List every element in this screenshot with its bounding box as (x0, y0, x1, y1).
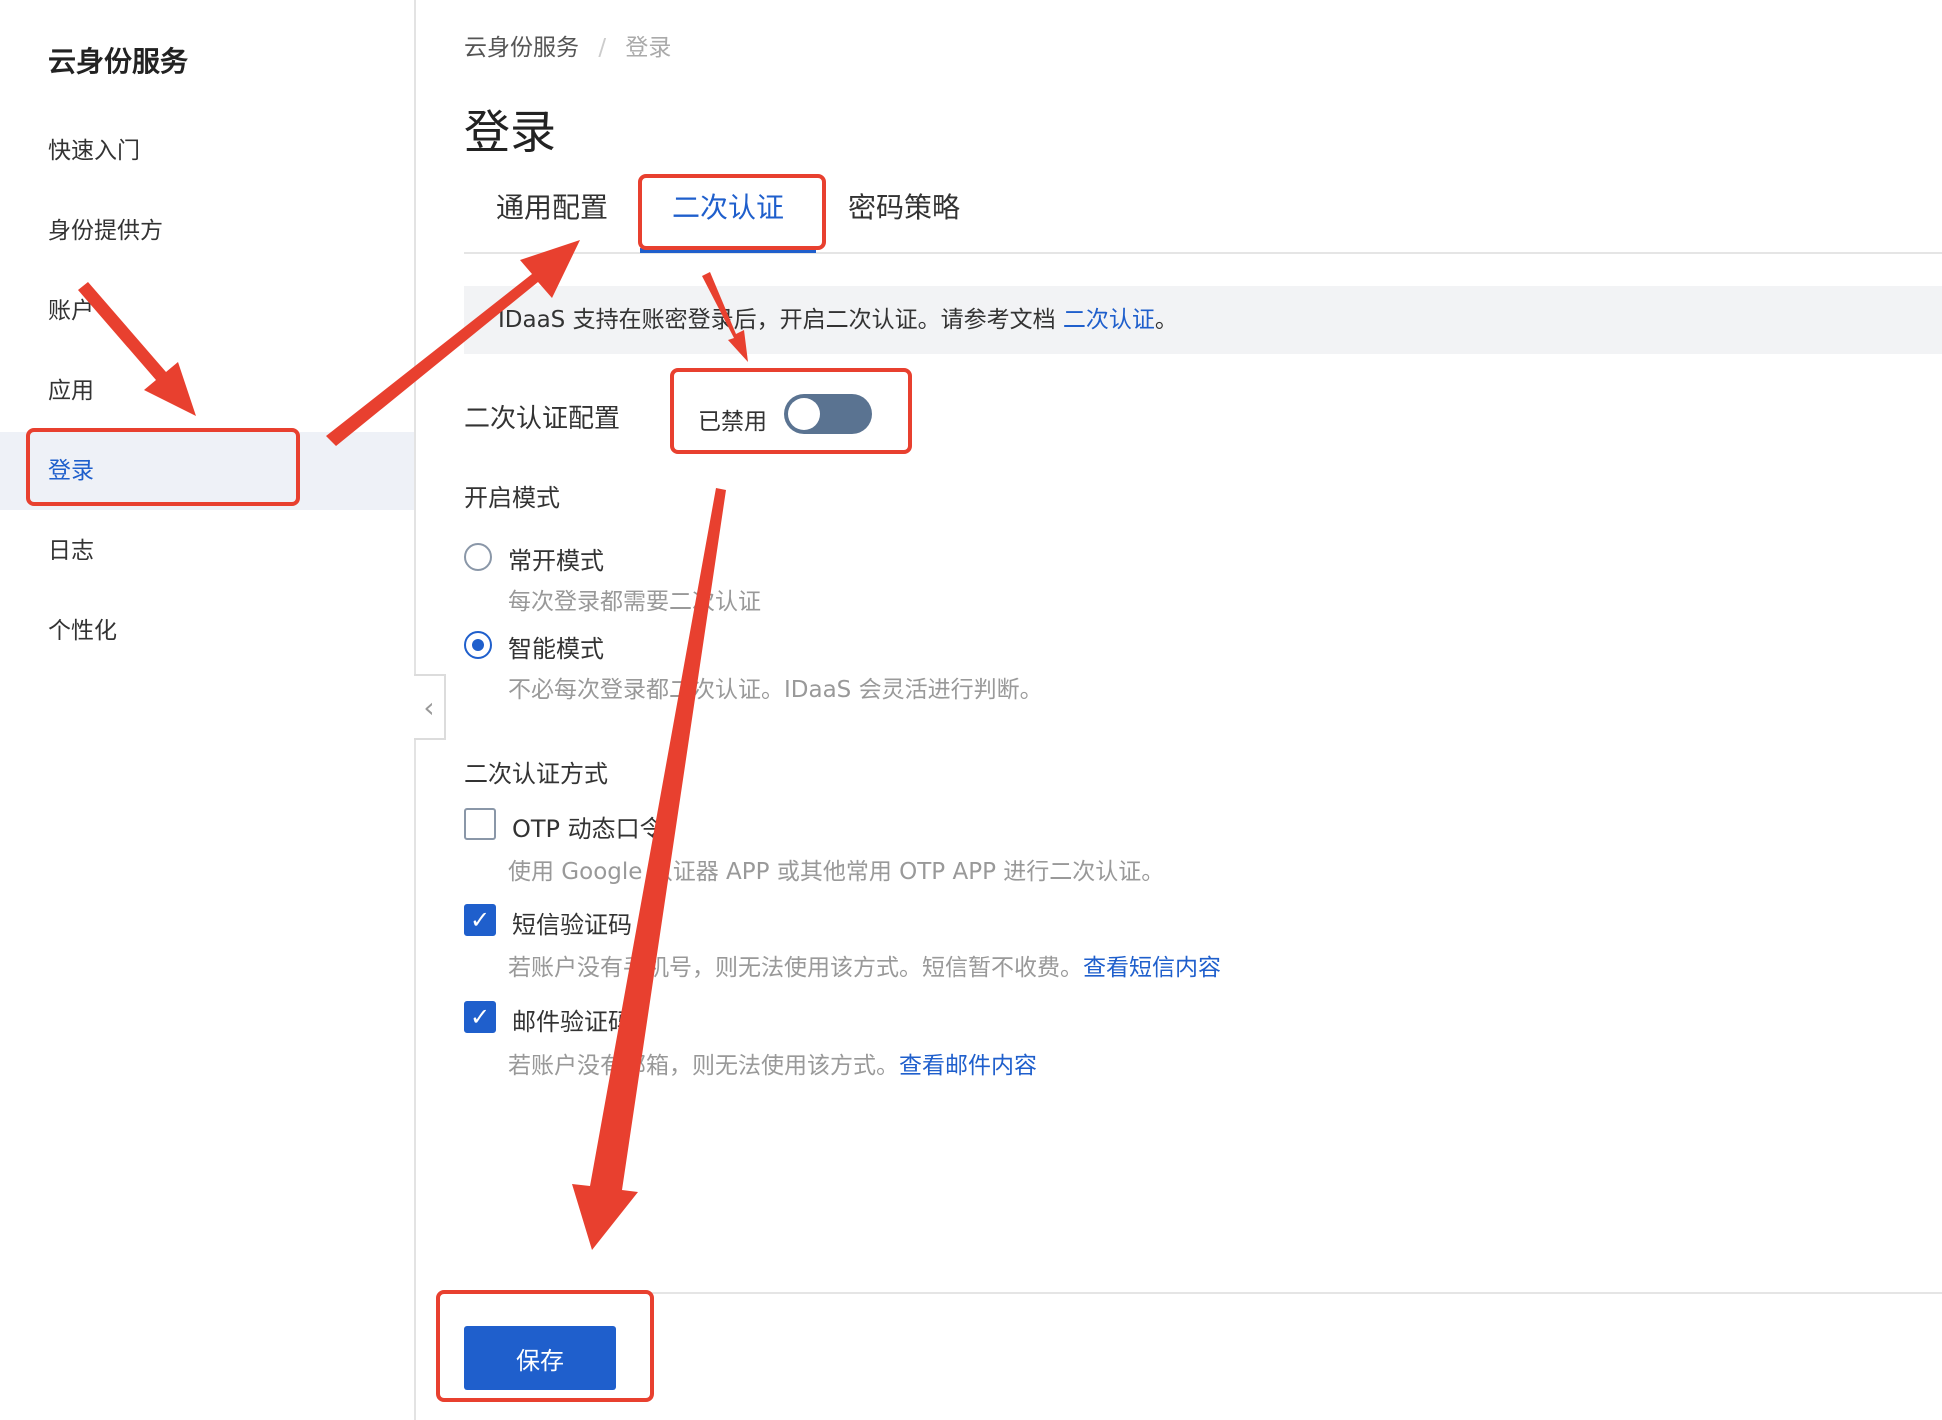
methods-title: 二次认证方式 (464, 760, 608, 788)
notice-doc-link[interactable]: 二次认证 (1063, 307, 1155, 333)
method-otp-label: OTP 动态口令 (512, 815, 664, 843)
view-email-content-link[interactable]: 查看邮件内容 (899, 1053, 1037, 1079)
option-always-on-desc: 每次登录都需要二次认证 (508, 589, 761, 615)
breadcrumb: 云身份服务 / 登录 (464, 28, 671, 62)
sidebar-item-login[interactable]: 登录 (0, 432, 414, 510)
notice-text: IDaaS 支持在账密登录后，开启二次认证。请参考文档 (498, 307, 1063, 333)
checkbox-sms[interactable]: ✓ (464, 904, 496, 936)
mode-title: 开启模式 (464, 484, 560, 512)
method-email-label: 邮件验证码 (512, 1008, 632, 1036)
info-notice: IDaaS 支持在账密登录后，开启二次认证。请参考文档 二次认证。 (464, 286, 1942, 354)
sidebar-item-identity-provider[interactable]: 身份提供方 (0, 192, 414, 270)
collapse-sidebar-button[interactable]: ‹ (414, 674, 446, 740)
sidebar-item-quickstart[interactable]: 快速入门 (0, 112, 414, 190)
checkbox-otp[interactable] (464, 808, 496, 840)
sidebar-title: 云身份服务 (48, 45, 189, 78)
sidebar-item-accounts[interactable]: 账户 (0, 272, 414, 350)
view-sms-content-link[interactable]: 查看短信内容 (1083, 955, 1221, 981)
method-sms-desc-text: 若账户没有手机号，则无法使用该方式。短信暂不收费。 (508, 955, 1083, 981)
breadcrumb-root[interactable]: 云身份服务 (464, 35, 579, 61)
option-smart-label: 智能模式 (508, 635, 604, 663)
radio-always-on[interactable] (464, 543, 492, 571)
tab-mfa[interactable]: 二次认证 (672, 186, 784, 226)
mfa-config-label: 二次认证配置 (464, 404, 621, 434)
method-email-desc-text: 若账户没有邮箱，则无法使用该方式。 (508, 1053, 899, 1079)
checkbox-email[interactable]: ✓ (464, 1001, 496, 1033)
save-button[interactable]: 保存 (464, 1326, 616, 1390)
notice-end: 。 (1154, 307, 1178, 333)
check-icon: ✓ (469, 1003, 491, 1031)
sidebar-item-personalize[interactable]: 个性化 (0, 592, 414, 670)
tab-active-indicator (640, 248, 816, 253)
option-smart-desc: 不必每次登录都二次认证。IDaaS 会灵活进行判断。 (508, 677, 1043, 703)
tab-password-policy[interactable]: 密码策略 (848, 186, 960, 226)
sidebar: 云身份服务 快速入门 身份提供方 账户 应用 登录 日志 个性化 (0, 0, 416, 1420)
radio-smart[interactable] (464, 631, 492, 659)
chevron-left-icon: ‹ (423, 690, 435, 724)
toggle-knob (788, 398, 820, 430)
mfa-toggle[interactable] (784, 394, 872, 434)
method-email-desc: 若账户没有邮箱，则无法使用该方式。查看邮件内容 (508, 1046, 1037, 1080)
method-otp-desc: 使用 Google 认证器 APP 或其他常用 OTP APP 进行二次认证。 (508, 859, 1165, 885)
check-icon: ✓ (469, 906, 491, 934)
breadcrumb-current: 登录 (625, 35, 672, 61)
page-title: 登录 (464, 105, 556, 159)
sidebar-item-logs[interactable]: 日志 (0, 512, 414, 590)
sidebar-item-apps[interactable]: 应用 (0, 352, 414, 430)
option-always-on-label: 常开模式 (508, 547, 604, 575)
breadcrumb-separator: / (598, 35, 607, 61)
mfa-status-text: 已禁用 (698, 409, 767, 435)
tab-general[interactable]: 通用配置 (496, 186, 608, 226)
method-sms-desc: 若账户没有手机号，则无法使用该方式。短信暂不收费。查看短信内容 (508, 948, 1221, 982)
footer-divider (464, 1292, 1942, 1294)
method-sms-label: 短信验证码 (512, 911, 632, 939)
